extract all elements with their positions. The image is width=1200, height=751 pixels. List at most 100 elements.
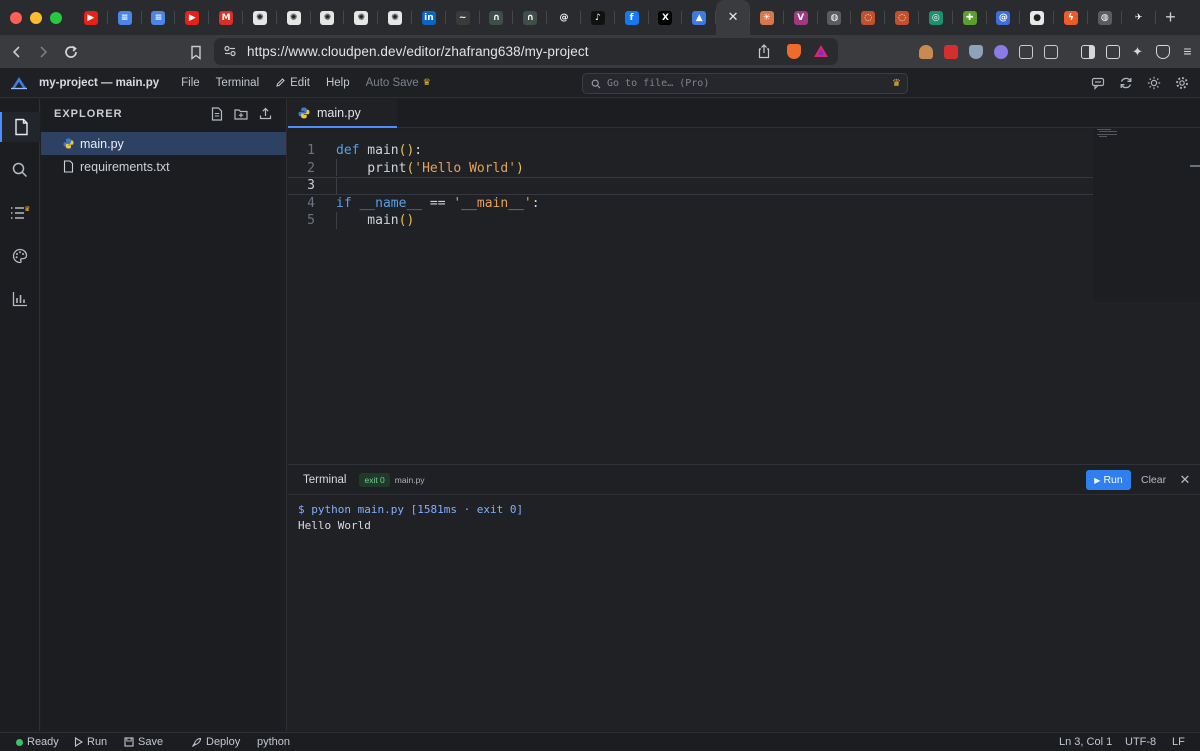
new-tab-button[interactable]: + <box>1156 0 1186 35</box>
upload-button[interactable] <box>258 107 272 121</box>
status-encoding[interactable]: UTF-8 <box>1125 736 1156 748</box>
browser-tab[interactable]: ▲ <box>682 0 716 35</box>
new-file-button[interactable] <box>210 106 224 121</box>
close-window-button[interactable] <box>10 11 22 24</box>
minimize-window-button[interactable] <box>30 11 42 24</box>
browser-tab[interactable]: ✈ <box>1122 0 1156 35</box>
activity-explorer[interactable] <box>0 112 40 142</box>
scrollbar-marker[interactable] <box>1190 165 1200 167</box>
url-bar[interactable]: https://www.cloudpen.dev/editor/zhafrang… <box>214 38 838 65</box>
status-ready-label: Ready <box>27 736 59 748</box>
browser-tab[interactable]: ✺ <box>378 0 412 35</box>
clear-button[interactable]: Clear <box>1141 470 1166 490</box>
browser-tab[interactable]: ≡ <box>142 0 176 35</box>
extensions-puzzle-icon[interactable] <box>1013 35 1038 68</box>
status-run-button[interactable]: Run <box>74 736 107 748</box>
bookmark-button[interactable] <box>183 39 209 65</box>
minimap[interactable] <box>1093 129 1200 301</box>
browser-tab[interactable]: ◌ <box>885 0 919 35</box>
browser-tab[interactable]: ✺ <box>243 0 277 35</box>
theme-toggle-button[interactable] <box>1144 73 1164 93</box>
status-eol[interactable]: LF <box>1172 736 1185 748</box>
browser-tab[interactable]: in <box>412 0 446 35</box>
activity-themes[interactable] <box>0 241 40 271</box>
editor-tab-main-py[interactable]: main.py <box>288 99 397 128</box>
status-cursor-position[interactable]: Ln 3, Col 1 <box>1059 736 1112 748</box>
sync-button[interactable] <box>1116 73 1136 93</box>
activity-analytics[interactable] <box>0 284 40 314</box>
browser-tab[interactable]: V <box>784 0 818 35</box>
file-item-requirements-txt[interactable]: requirements.txt <box>41 155 286 178</box>
close-terminal-icon[interactable]: ✕ <box>1178 470 1192 490</box>
code-text: print('Hello World') <box>336 160 524 176</box>
activity-search[interactable] <box>0 155 40 185</box>
status-deploy-button[interactable]: Deploy <box>191 736 240 748</box>
file-item-main-py[interactable]: main.py <box>41 132 286 155</box>
new-folder-button[interactable] <box>234 107 248 121</box>
cloudpen-logo-icon[interactable] <box>9 73 29 93</box>
browser-tab[interactable]: ✳ <box>750 0 784 35</box>
browser-tab[interactable]: @ <box>547 0 581 35</box>
sidebar-toggle-icon[interactable] <box>1075 35 1100 68</box>
browser-tab[interactable]: ~ <box>446 0 480 35</box>
browser-tab[interactable]: @ <box>987 0 1021 35</box>
menu-edit[interactable]: Edit <box>267 77 318 89</box>
run-button[interactable]: ▶ Run <box>1086 470 1131 490</box>
browser-tab[interactable]: ✺ <box>311 0 345 35</box>
browser-tab[interactable]: ● <box>1020 0 1054 35</box>
go-to-file-input[interactable]: Go to file… (Pro) ♛ <box>582 73 908 94</box>
leo-ai-icon[interactable]: ✦ <box>1125 35 1150 68</box>
site-settings-icon[interactable] <box>223 44 237 58</box>
terminal-output[interactable]: $ python main.py [1581ms · exit 0] Hello… <box>288 495 1200 731</box>
chat-bot-button[interactable] <box>1088 73 1108 93</box>
activity-outline[interactable]: ♛ <box>0 198 40 228</box>
status-save-button[interactable]: Save <box>124 736 163 748</box>
extension-shield-icon[interactable] <box>963 35 988 68</box>
browser-tab[interactable]: ϟ <box>1054 0 1088 35</box>
maximize-window-button[interactable] <box>50 11 62 24</box>
browser-tab[interactable]: ✚ <box>953 0 987 35</box>
url-text[interactable]: https://www.cloudpen.dev/editor/zhafrang… <box>247 44 589 59</box>
menu-file[interactable]: File <box>173 77 208 89</box>
terminal-title[interactable]: Terminal <box>303 474 346 486</box>
browser-tab[interactable]: ✕ <box>716 0 750 35</box>
extension-blob-icon[interactable] <box>988 35 1013 68</box>
browser-tab[interactable]: X <box>649 0 683 35</box>
status-language[interactable]: python <box>257 736 290 748</box>
vpn-icon[interactable] <box>1150 35 1175 68</box>
status-position-label: Ln 3, Col 1 <box>1059 736 1113 748</box>
reload-button[interactable] <box>58 39 84 65</box>
brave-rewards-icon[interactable] <box>813 44 829 58</box>
claude-icon: ✳ <box>759 10 774 25</box>
extension-youtube-icon[interactable] <box>938 35 963 68</box>
back-button[interactable] <box>4 39 30 65</box>
browser-tab[interactable]: ✺ <box>344 0 378 35</box>
browser-tab[interactable]: ▶ <box>74 0 108 35</box>
browser-tab[interactable]: ◍ <box>818 0 852 35</box>
browser-tab[interactable]: f <box>615 0 649 35</box>
share-icon[interactable] <box>757 44 771 59</box>
auto-save-toggle[interactable]: Auto Save ♛ <box>358 77 439 89</box>
browser-tab[interactable]: ◎ <box>919 0 953 35</box>
browser-tab[interactable]: ◌ <box>851 0 885 35</box>
browser-tab[interactable]: M <box>209 0 243 35</box>
close-tab-icon[interactable]: ✕ <box>726 10 740 25</box>
settings-button[interactable] <box>1172 73 1192 93</box>
browser-tab[interactable]: ◍ <box>1088 0 1122 35</box>
browser-tab[interactable]: ▶ <box>175 0 209 35</box>
browser-tab[interactable]: ✺ <box>277 0 311 35</box>
perplexity-icon: ◎ <box>928 10 943 25</box>
brave-shields-icon[interactable] <box>787 44 801 59</box>
browser-tab[interactable]: ∩ <box>480 0 514 35</box>
browser-menu-icon[interactable]: ≡ <box>1175 35 1200 68</box>
browser-tab[interactable]: ≡ <box>108 0 142 35</box>
forward-button[interactable] <box>30 39 56 65</box>
browser-tab[interactable]: ∩ <box>513 0 547 35</box>
menu-help[interactable]: Help <box>318 77 358 89</box>
menu-terminal[interactable]: Terminal <box>208 77 267 89</box>
extension-cat-icon[interactable] <box>913 35 938 68</box>
browser-tab[interactable]: ♪ <box>581 0 615 35</box>
code-editor[interactable]: 1 def main(): 2 print('Hello World') 3 4… <box>288 129 1200 464</box>
wallet-icon[interactable] <box>1100 35 1125 68</box>
extension-screenshot-icon[interactable] <box>1038 35 1063 68</box>
